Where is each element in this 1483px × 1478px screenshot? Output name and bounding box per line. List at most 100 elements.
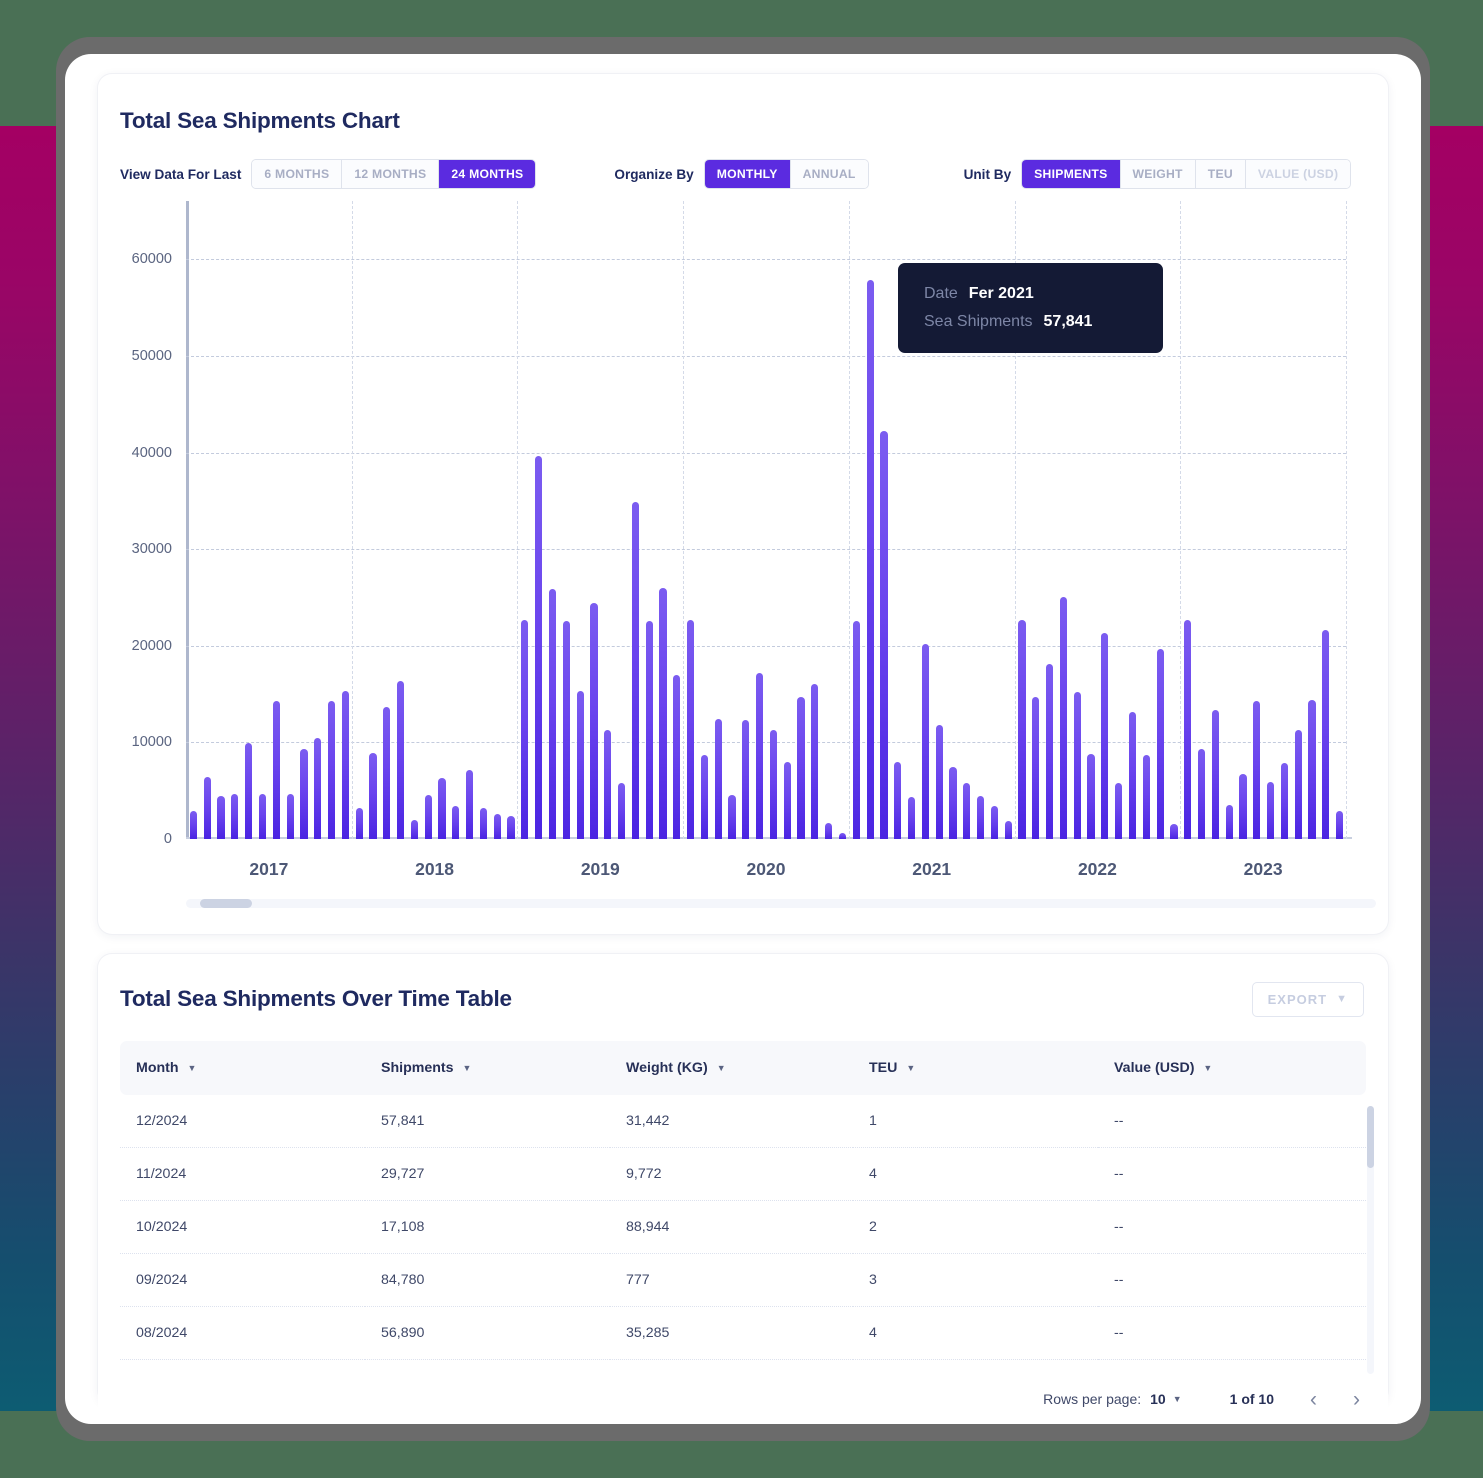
chart-bar[interactable]: [272, 700, 280, 839]
unit-option-shipments[interactable]: SHIPMENTS: [1022, 160, 1121, 188]
chart-bar[interactable]: [894, 761, 902, 839]
chart-bar[interactable]: [921, 643, 929, 839]
chart-bar[interactable]: [1018, 619, 1026, 839]
chart-bar[interactable]: [397, 680, 405, 839]
chart-bar[interactable]: [286, 793, 294, 839]
chart-bar[interactable]: [769, 729, 778, 839]
chart-bar[interactable]: [245, 743, 253, 839]
organize-option-monthly[interactable]: MONTHLY: [704, 160, 791, 188]
unit-option-weight[interactable]: WEIGHT: [1120, 160, 1196, 188]
chart-bar[interactable]: [314, 737, 322, 839]
chart-bar[interactable]: [1267, 782, 1275, 839]
chart-bar[interactable]: [493, 813, 501, 839]
chart-bar[interactable]: [369, 753, 377, 839]
chart-bar[interactable]: [742, 720, 750, 839]
unit-by-segmented[interactable]: SHIPMENTS WEIGHT TEU VALUE (USD): [1021, 159, 1352, 189]
chart-bar[interactable]: [217, 795, 225, 839]
chart-bar[interactable]: [1225, 805, 1233, 839]
chart-bar[interactable]: [535, 456, 543, 839]
export-button[interactable]: EXPORT ▼: [1251, 982, 1364, 1017]
chart-bar[interactable]: [231, 793, 239, 839]
chart-bar[interactable]: [1087, 753, 1095, 839]
table-row[interactable]: 08/2024 56,890 35,285 4 --: [120, 1306, 1366, 1360]
chart-bar[interactable]: [1336, 810, 1344, 839]
chart-bar[interactable]: [507, 815, 515, 839]
table-row[interactable]: 12/2024 57,841 31,442 1 --: [120, 1095, 1366, 1148]
chart-bar[interactable]: [700, 754, 708, 839]
chart-bar[interactable]: [189, 810, 198, 839]
chart-bar[interactable]: [659, 587, 667, 839]
chart-bar[interactable]: [466, 770, 474, 839]
chart-bar[interactable]: [1253, 700, 1261, 839]
chart-bar[interactable]: [673, 674, 681, 839]
chart-bar[interactable]: [797, 696, 805, 839]
bar-series[interactable]: [186, 211, 1346, 839]
chart-bar[interactable]: [341, 691, 349, 839]
chart-bar[interactable]: [424, 794, 432, 839]
chart-bar[interactable]: [1059, 596, 1068, 839]
chart-bar[interactable]: [258, 793, 267, 839]
chart-bar[interactable]: [1294, 729, 1302, 839]
chart-bar[interactable]: [1004, 820, 1012, 839]
chart-bar[interactable]: [949, 766, 957, 839]
column-header-shipments[interactable]: Shipments ▼: [365, 1041, 610, 1095]
chart-bar[interactable]: [645, 620, 653, 839]
rows-per-page-select[interactable]: 10 ▼: [1150, 1391, 1182, 1407]
chart-bar[interactable]: [576, 691, 584, 839]
chart-bar[interactable]: [714, 719, 722, 839]
column-header-weight[interactable]: Weight (KG) ▼: [610, 1041, 853, 1095]
chart-bar[interactable]: [1211, 709, 1219, 839]
chart-bar[interactable]: [1128, 712, 1137, 839]
table-row[interactable]: 09/2024 84,780 777 3 --: [120, 1253, 1366, 1307]
sort-icon-month[interactable]: ▼: [188, 1063, 197, 1073]
chart-bar[interactable]: [1073, 692, 1081, 839]
chart-bar[interactable]: [355, 808, 363, 839]
chart-bar[interactable]: [1322, 630, 1330, 839]
chart-bar[interactable]: [880, 431, 888, 839]
column-header-teu[interactable]: TEU ▼: [853, 1041, 1098, 1095]
chart-bar[interactable]: [562, 620, 570, 839]
chart-bar[interactable]: [327, 700, 336, 839]
chart-horizontal-scrollbar-thumb[interactable]: [200, 899, 252, 908]
chart-bar[interactable]: [783, 761, 791, 839]
chart-bar[interactable]: [438, 778, 446, 839]
chart-bar[interactable]: [990, 806, 998, 839]
chart-bar[interactable]: [300, 749, 308, 839]
sort-icon-value[interactable]: ▼: [1203, 1063, 1212, 1073]
sort-icon-weight[interactable]: ▼: [717, 1063, 726, 1073]
column-header-month[interactable]: Month ▼: [120, 1041, 365, 1095]
chart-bar[interactable]: [548, 588, 557, 839]
chart-bar[interactable]: [1101, 633, 1109, 839]
chart-bar[interactable]: [631, 501, 639, 839]
view-option-6-months[interactable]: 6 MONTHS: [252, 160, 343, 188]
chart-bar[interactable]: [977, 795, 985, 839]
chart-bar[interactable]: [1032, 696, 1040, 839]
sort-icon-shipments[interactable]: ▼: [463, 1063, 472, 1073]
chart-bar[interactable]: [410, 819, 418, 839]
chart-bar[interactable]: [1239, 774, 1247, 839]
chart-bar[interactable]: [383, 706, 391, 839]
chart-bar[interactable]: [521, 619, 529, 839]
next-page-icon[interactable]: ›: [1353, 1389, 1360, 1410]
organize-option-annual[interactable]: ANNUAL: [790, 160, 868, 188]
sort-icon-teu[interactable]: ▼: [906, 1063, 915, 1073]
table-row[interactable]: 10/2024 17,108 88,944 2 --: [120, 1200, 1366, 1254]
chart-bar[interactable]: [756, 672, 764, 839]
chart-bar[interactable]: [907, 797, 916, 839]
chart-bar[interactable]: [479, 808, 488, 839]
chart-bar[interactable]: [963, 782, 971, 839]
view-option-24-months[interactable]: 24 MONTHS: [439, 160, 536, 188]
chart-bar[interactable]: [1308, 699, 1316, 839]
chart-bar[interactable]: [1115, 782, 1123, 839]
chart-bar[interactable]: [825, 822, 833, 839]
chart-horizontal-scrollbar-track[interactable]: [186, 899, 1376, 908]
table-row[interactable]: 11/2024 29,727 9,772 4 --: [120, 1147, 1366, 1201]
column-header-value[interactable]: Value (USD) ▼: [1098, 1041, 1366, 1095]
unit-option-teu[interactable]: TEU: [1195, 160, 1246, 188]
view-data-segmented[interactable]: 6 MONTHS 12 MONTHS 24 MONTHS: [251, 159, 537, 189]
chart-bar[interactable]: [203, 777, 211, 839]
chart-bar[interactable]: [1197, 749, 1206, 839]
chart-bar[interactable]: [604, 729, 612, 839]
chart-bar[interactable]: [590, 603, 598, 839]
chart-bar[interactable]: [1156, 648, 1164, 839]
